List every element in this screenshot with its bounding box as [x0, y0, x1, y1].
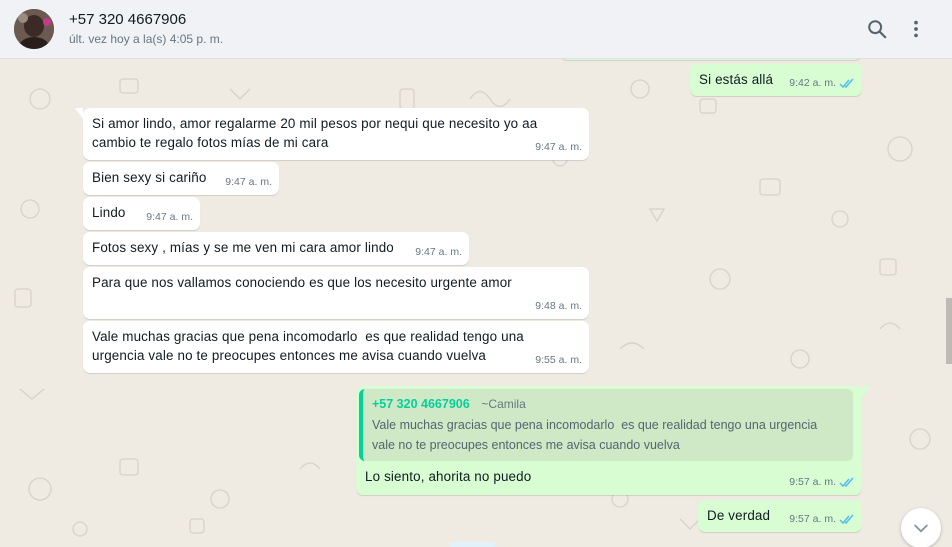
message-time: 9:57 a. m.	[789, 510, 855, 529]
message-bubble-incoming[interactable]: Bien sexy si cariño 9:47 a. m.	[83, 162, 279, 195]
chat-area[interactable]: Si estás allá 9:42 a. m. Si amor lindo, …	[0, 59, 952, 547]
message-timestamp: 9:47 a. m.	[415, 246, 462, 258]
contact-avatar[interactable]	[14, 9, 54, 49]
message-bubble-incoming[interactable]: Fotos sexy , mías y se me ven mi cara am…	[83, 232, 469, 265]
partial-date-chip	[449, 542, 495, 547]
quoted-message[interactable]: +57 320 4667906 ~Camila Vale muchas grac…	[359, 389, 853, 461]
search-icon[interactable]	[864, 16, 890, 42]
read-double-check-icon	[839, 514, 854, 525]
message-bubble-incoming[interactable]: Para que nos vallamos conociendo es que …	[83, 267, 589, 319]
bubble-tail	[862, 386, 870, 397]
kebab-menu-icon[interactable]	[903, 16, 929, 42]
read-double-check-icon	[839, 477, 854, 488]
bubble-tail	[75, 108, 83, 119]
scroll-to-bottom-button[interactable]	[901, 508, 941, 547]
quoted-alias: ~Camila	[481, 397, 526, 411]
read-double-check-icon	[839, 78, 854, 89]
message-bubble-incoming[interactable]: Si amor lindo, amor regalarme 20 mil pes…	[75, 108, 589, 160]
message-timestamp: 9:42 a. m.	[789, 77, 836, 89]
quoted-text: Vale muchas gracias que pena incomodarlo…	[372, 418, 818, 452]
partial-message-bubble	[560, 59, 862, 60]
message-bubble-outgoing[interactable]: De verdad 9:57 a. m.	[698, 500, 862, 532]
message-time: 9:55 a. m.	[535, 351, 582, 370]
message-text: Si amor lindo, amor regalarme 20 mil pes…	[92, 116, 538, 150]
message-timestamp: 9:55 a. m.	[535, 354, 582, 366]
message-time: 9:47 a. m.	[146, 208, 193, 227]
message-text: Para que nos vallamos conociendo es que …	[92, 275, 512, 290]
last-seen-status: últ. vez hoy a la(s) 4:05 p. m.	[69, 32, 224, 46]
message-time: 9:48 a. m.	[535, 297, 582, 316]
chat-scrollbar[interactable]	[946, 298, 952, 364]
message-timestamp: 9:47 a. m.	[225, 176, 272, 188]
message-time: 9:57 a. m.	[789, 473, 855, 492]
message-time: 9:47 a. m.	[535, 138, 582, 157]
message-timestamp: 9:47 a. m.	[535, 141, 582, 153]
message-bubble-outgoing[interactable]: Si estás allá 9:42 a. m.	[690, 64, 862, 96]
message-bubble-incoming[interactable]: Vale muchas gracias que pena incomodarlo…	[83, 321, 589, 373]
message-timestamp: 9:57 a. m.	[789, 476, 836, 488]
message-time: 9:47 a. m.	[225, 173, 272, 192]
message-text: Fotos sexy , mías y se me ven mi cara am…	[92, 240, 394, 255]
message-time: 9:47 a. m.	[415, 243, 462, 262]
chat-header: +57 320 4667906 últ. vez hoy a la(s) 4:0…	[0, 0, 952, 59]
chevron-down-icon	[914, 524, 928, 533]
message-text: Vale muchas gracias que pena incomodarlo…	[92, 329, 524, 363]
message-text: Lo siento, ahorita no puedo	[365, 469, 532, 484]
message-bubble-incoming[interactable]: Lindo 9:47 a. m.	[83, 197, 200, 230]
message-time: 9:42 a. m.	[789, 74, 855, 93]
message-timestamp: 9:48 a. m.	[535, 300, 582, 312]
contact-name[interactable]: +57 320 4667906	[69, 11, 186, 28]
message-bubble-outgoing-reply[interactable]: +57 320 4667906 ~Camila Vale muchas grac…	[356, 386, 870, 495]
quoted-author: +57 320 4667906	[372, 397, 470, 411]
message-timestamp: 9:57 a. m.	[789, 513, 836, 525]
message-timestamp: 9:47 a. m.	[146, 211, 193, 223]
